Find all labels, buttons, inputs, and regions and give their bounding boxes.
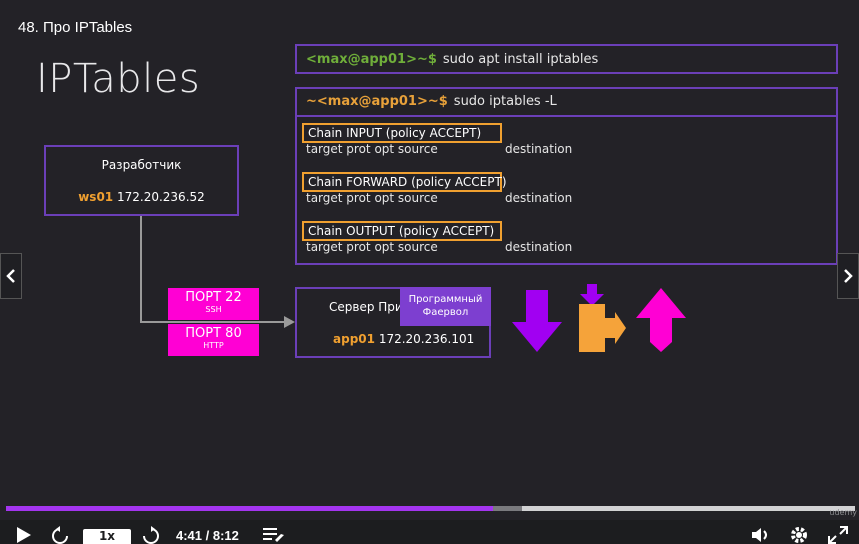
server-address: app01 172.20.236.101	[333, 332, 474, 346]
firewall-line2: Фаервол	[422, 307, 469, 318]
connector-vertical	[140, 216, 142, 323]
header-destination: destination	[505, 240, 573, 254]
developer-ip: 172.20.236.52	[116, 190, 205, 204]
header-destination: destination	[505, 142, 573, 156]
terminal-prompt: ~<max@app01>~$	[306, 94, 448, 109]
playlist-icon[interactable]	[263, 526, 285, 544]
terminal-install: <max@app01>~$ sudo apt install iptables	[295, 44, 838, 74]
lesson-title: 48. Про IPTables	[18, 19, 133, 36]
connector-horizontal	[140, 321, 288, 323]
terminal-cmdline: ~<max@app01>~$ sudo iptables -L	[297, 89, 836, 117]
terminal-command: sudo apt install iptables	[442, 52, 599, 67]
terminal-command: sudo iptables -L	[453, 94, 557, 109]
chain-input-header: target prot opt source destination	[306, 142, 572, 156]
next-lecture-button[interactable]	[837, 253, 859, 299]
header-destination: destination	[505, 191, 573, 205]
chevron-left-icon	[6, 269, 15, 283]
terminal-iptables-list: ~<max@app01>~$ sudo iptables -L Chain INP…	[295, 87, 838, 265]
developer-host: ws01	[78, 190, 114, 204]
chain-input: Chain INPUT (policy ACCEPT)	[302, 123, 502, 143]
input-arrow-icon	[512, 290, 562, 352]
developer-title: Разработчик	[101, 158, 182, 172]
settings-gear-icon[interactable]	[789, 526, 809, 544]
chevron-right-icon	[844, 269, 853, 283]
slide-heading: IPTables	[36, 56, 201, 102]
server-title: Сервер При	[329, 300, 403, 314]
chain-forward: Chain FORWARD (policy ACCEPT)	[302, 172, 507, 192]
developer-address: ws01 172.20.236.52	[46, 190, 237, 204]
port-label: ПОРТ 80	[185, 326, 242, 341]
server-host: app01	[333, 332, 375, 346]
chain-forward-header: target prot opt source destination	[306, 191, 572, 205]
progress-bar[interactable]	[6, 506, 855, 511]
time-display: 4:41 / 8:12	[176, 528, 239, 543]
port-protocol: HTTP	[203, 341, 224, 350]
lecture-slide: 48. Про IPTables IPTables <max@app01>~$ s…	[0, 0, 859, 520]
chain-output-header: target prot opt source destination	[306, 240, 572, 254]
play-button[interactable]	[14, 526, 32, 544]
port-22-badge: ПОРТ 22 SSH	[168, 288, 259, 320]
volume-icon[interactable]	[751, 526, 771, 544]
output-arrow-icon	[636, 288, 686, 352]
previous-lecture-button[interactable]	[0, 253, 22, 299]
progress-played	[6, 506, 494, 511]
server-ip: 172.20.236.101	[378, 332, 475, 346]
firewall-label: Программный Фаервол	[400, 287, 491, 326]
playback-speed-button[interactable]: 1x	[83, 529, 131, 544]
rewind-button[interactable]	[51, 526, 69, 544]
terminal-prompt: <max@app01>~$	[306, 52, 437, 67]
chain-output: Chain OUTPUT (policy ACCEPT)	[302, 221, 502, 241]
port-label: ПОРТ 22	[185, 290, 242, 305]
header-cols: target prot opt source	[306, 191, 438, 205]
header-cols: target prot opt source	[306, 142, 438, 156]
forward-button[interactable]	[142, 526, 160, 544]
forward-arrow-icon	[579, 284, 626, 352]
developer-box: Разработчик ws01 172.20.236.52	[44, 145, 239, 216]
port-protocol: SSH	[205, 305, 222, 314]
fullscreen-icon[interactable]	[828, 526, 848, 544]
header-cols: target prot opt source	[306, 240, 438, 254]
port-80-badge: ПОРТ 80 HTTP	[168, 324, 259, 356]
watermark-logo: udemy	[829, 508, 857, 517]
firewall-line1: Программный	[408, 294, 483, 305]
